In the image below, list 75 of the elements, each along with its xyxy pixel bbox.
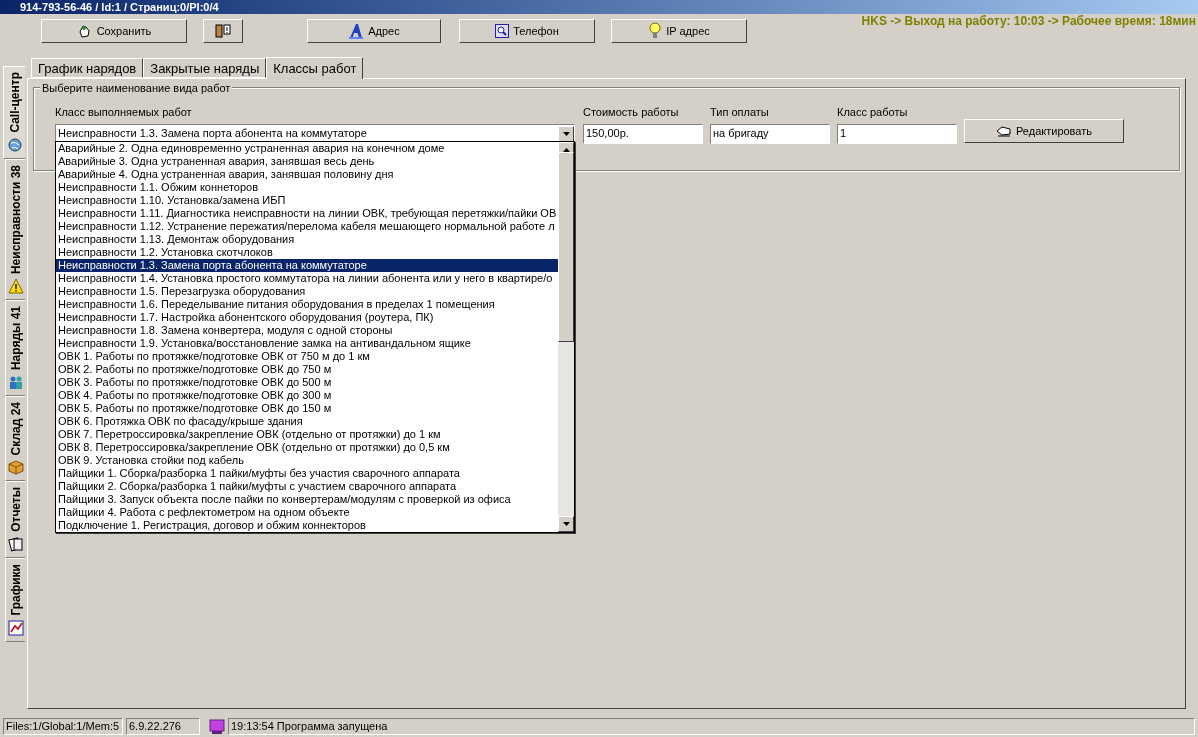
dropdown-item[interactable]: ОВК 1. Работы по протяжке/подготовке ОВК от 750 м до 1 км: [56, 350, 558, 363]
dropdown-item[interactable]: ОВК 8. Перетроссировка/закрепление ОВК (отдельно от протяжки) до 0,5 км: [56, 441, 558, 454]
field-label: Класс работы: [837, 105, 909, 120]
tab[interactable]: Закрытые наряды: [143, 58, 267, 78]
lightbulb-icon: [648, 22, 663, 40]
dropdown-item[interactable]: Пайщики 2. Сборка/разборка 1 пайки/муфты с участием сварочного аппарата: [56, 480, 558, 493]
dropdown-item[interactable]: Неисправности 1.8. Замена конвертера, модуля с одной стороны: [56, 324, 558, 337]
combo-box[interactable]: Неисправности 1.3. Замена порта абонента на коммутаторе: [55, 123, 575, 144]
dropdown-item[interactable]: ОВК 9. Установка стойки под кабель: [56, 454, 558, 467]
dropdown-item[interactable]: Неисправности 1.10. Установка/замена ИБП: [56, 194, 558, 207]
dropdown-item[interactable]: Неисправности 1.1. Обжим коннеторов: [56, 181, 558, 194]
side-tab[interactable]: Call-центр: [3, 66, 25, 159]
dropdown-item[interactable]: ОВК 4. Работы по протяжке/подготовке ОВК до 300 м: [56, 389, 558, 402]
side-tab[interactable]: Склад 24: [5, 395, 25, 482]
scrollbar[interactable]: [558, 142, 574, 532]
globe-icon: [6, 136, 23, 153]
dropdown-item[interactable]: ОВК 2. Работы по протяжке/подготовке ОВК до 750 м: [56, 363, 558, 376]
dropdown-item[interactable]: Неисправности 1.12. Устранение пережатия/перелома кабеля мешающего нормальной работе л: [56, 220, 558, 233]
dropdown-item[interactable]: Аварийные 3. Одна устраненная авария, занявшая весь день: [56, 155, 558, 168]
window-title: 914-793-56-46 / Id:1 / Страниц:0/PI:0/4: [20, 1, 219, 13]
warning-icon: [7, 277, 24, 294]
dropdown-item[interactable]: Неисправности 1.2. Установка скотчлоков: [56, 246, 558, 259]
dropdown-item[interactable]: Неисправности 1.6. Переделывание питания оборудования в пределах 1 помещения: [56, 298, 558, 311]
dropdown-item[interactable]: Неисправности 1.5. Перезагрузка оборудования: [56, 285, 558, 298]
text-field[interactable]: 1: [837, 123, 957, 144]
chart-icon: [7, 619, 24, 636]
side-tab[interactable]: Отчеты: [5, 481, 25, 558]
dropdown-item[interactable]: ОВК 3. Работы по протяжке/подготовке ОВК до 500 м: [56, 376, 558, 389]
down-arrow-icon: [562, 131, 570, 136]
edit-button[interactable]: Редактировать: [964, 119, 1124, 143]
scroll-thumb[interactable]: [558, 152, 574, 342]
down-arrow-icon: [562, 522, 570, 526]
icon-button[interactable]: [203, 19, 243, 43]
magnifier-window-icon: [495, 24, 510, 38]
papers-icon: [7, 535, 24, 552]
dropdown-item[interactable]: Пайщики 4. Работа с рефлектометром на одном объекте: [56, 506, 558, 519]
dropdown-item[interactable]: Подключение 1. Регистрация, договор и обжим коннекторов: [56, 519, 558, 532]
side-tab[interactable]: Неисправности 38: [5, 158, 25, 300]
dropdown-item[interactable]: Неисправности 1.3. Замена порта абонента на коммутаторе: [56, 259, 558, 272]
letter-a-icon: [348, 23, 365, 39]
dropdown-item[interactable]: Пайщики 1. Сборка/разборка 1 пайки/муфты без участия сварочного аппарата: [56, 467, 558, 480]
dropdown-item[interactable]: Неисправности 1.11. Диагностика неисправности на линии ОВК, требующая перетяжки/пайки ОВ: [56, 207, 558, 220]
field-label: Стоимость работы: [583, 105, 680, 120]
box-icon: [7, 459, 24, 476]
door-icon: [214, 23, 232, 39]
text-field[interactable]: на бригаду: [710, 123, 830, 144]
side-tab[interactable]: Графики: [5, 557, 25, 642]
status-panel: Files:1/Global:1/Mem:5: [3, 717, 123, 735]
dropdown-item[interactable]: Пайщики 3. Запуск объекта после пайки по конвертерам/модулям с проверкой из офиса: [56, 493, 558, 506]
status-message: 19:13:54 Программа запущена: [228, 717, 1195, 735]
field-label: Тип оплаты: [710, 105, 770, 120]
dropdown-item[interactable]: ОВК 7. Перетроссировка/закрепление ОВК (отдельно от протяжки) до 1 км: [56, 428, 558, 441]
dropdown-item[interactable]: Неисправности 1.7. Настройка абонентского оборудования (роутера, ПК): [56, 311, 558, 324]
toolbar-button[interactable]: Телефон: [459, 19, 595, 43]
work-time-status: HKS -> Выход на работу: 10:03 -> Рабочее время: 18мин: [861, 13, 1196, 30]
field-label: Класс выполняемых работ: [55, 105, 193, 120]
status-panel: 6.9.22.276: [126, 717, 200, 735]
side-tab[interactable]: Наряды 41: [5, 299, 25, 396]
tab[interactable]: График нарядов: [31, 58, 144, 78]
dropdown-item[interactable]: Аварийные 4. Одна устраненная авария, занявшая половину дня: [56, 168, 558, 181]
dropdown-item[interactable]: ОВК 6. Протяжка ОВК по фасаду/крыше здания: [56, 415, 558, 428]
group-title: Выберите наименование вида работ: [40, 80, 233, 97]
toolbar-button[interactable]: Сохранить: [41, 19, 187, 43]
text-field[interactable]: 150,00р.: [583, 123, 703, 144]
scroll-down-button[interactable]: [558, 516, 574, 532]
dropdown-item[interactable]: Неисправности 1.9. Установка/восстановление замка на антивандальном ящике: [56, 337, 558, 350]
tab[interactable]: Классы работ: [266, 57, 364, 79]
dropdown-item[interactable]: ОВК 5. Работы по протяжке/подготовке ОВК до 150 м: [56, 402, 558, 415]
up-arrow-icon: [562, 148, 570, 152]
monitor-icon: [209, 718, 225, 734]
dropdown-item[interactable]: Неисправности 1.13. Демонтаж оборудования: [56, 233, 558, 246]
dropdown-item[interactable]: Неисправности 1.4. Установка простого коммутатора на линии абонента или у него в квартире/о: [56, 272, 558, 285]
toolbar-button[interactable]: Адрес: [307, 19, 441, 43]
toolbar-button[interactable]: IP адрес: [611, 19, 747, 43]
dropdown-item[interactable]: Аварийные 2. Одна единовременно устраненная авария на конечном доме: [56, 142, 558, 155]
